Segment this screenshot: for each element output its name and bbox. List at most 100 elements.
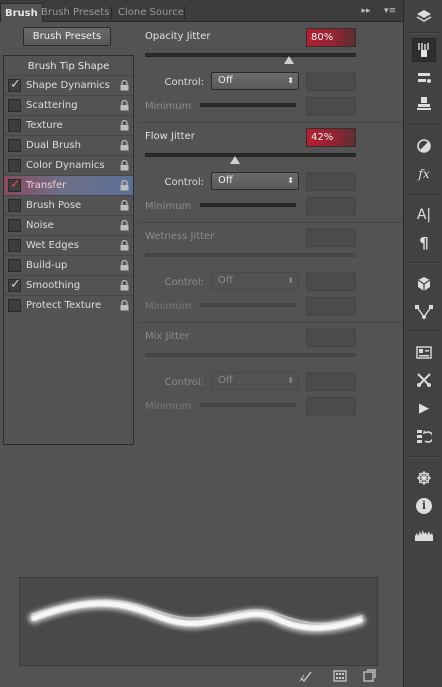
lock-icon[interactable] — [120, 120, 129, 131]
brush-option-row[interactable]: Texture — [4, 115, 133, 135]
brush-option-row[interactable]: ✓ Shape Dynamics — [4, 75, 133, 95]
mix-control-value: Off — [218, 375, 233, 386]
lock-icon[interactable] — [120, 100, 129, 111]
flow-minimum-slider[interactable] — [200, 203, 296, 207]
option-checkbox[interactable] — [8, 119, 21, 132]
wetness-minimum-field — [306, 297, 356, 316]
lock-icon[interactable] — [120, 80, 129, 91]
layers-icon[interactable] — [412, 4, 436, 28]
dropdown-arrow-icon: ⬍ — [287, 276, 294, 285]
panel-menu-button[interactable]: ▾≡ — [380, 3, 400, 19]
dropdown-arrow-icon: ⬍ — [287, 176, 294, 185]
info-glyph: i — [416, 498, 432, 514]
histogram-icon[interactable] — [412, 522, 436, 546]
checkmark-icon: ✓ — [10, 77, 21, 92]
brush-option-row[interactable]: ✓ Smoothing — [4, 275, 133, 295]
option-label: Protect Texture — [26, 300, 102, 311]
grid-view-icon[interactable] — [333, 669, 347, 683]
lock-icon[interactable] — [120, 160, 129, 171]
lock-icon[interactable] — [120, 280, 129, 291]
3d-icon[interactable] — [412, 272, 436, 296]
mix-control-dropdown: Off ⬍ — [211, 372, 299, 390]
flow-jitter-slider-thumb[interactable] — [229, 156, 240, 164]
lock-icon[interactable] — [120, 180, 129, 191]
character-icon[interactable]: A| — [412, 203, 436, 227]
tools-icon[interactable] — [412, 368, 436, 392]
info-icon[interactable]: i — [412, 494, 436, 518]
brush-option-row[interactable]: Brush Pose — [4, 195, 133, 215]
brush-option-row[interactable]: Protect Texture — [4, 295, 133, 315]
lock-icon[interactable] — [120, 200, 129, 211]
new-brush-icon[interactable] — [362, 669, 376, 683]
option-checkbox[interactable] — [8, 199, 21, 212]
actions-icon[interactable]: ▶ — [412, 396, 436, 420]
brush-tip-shape-item[interactable]: Brush Tip Shape — [3, 58, 134, 75]
tab-separator — [111, 6, 112, 19]
flow-minimum-field[interactable] — [306, 197, 356, 216]
lock-icon[interactable] — [120, 220, 129, 231]
tab-clone-source[interactable]: Clone Source — [114, 3, 188, 22]
brush-option-row[interactable]: Build-up — [4, 255, 133, 275]
option-checkbox[interactable]: ✓ — [8, 177, 21, 192]
path-icon[interactable] — [412, 299, 436, 323]
opacity-control-dropdown[interactable]: Off ⬍ — [211, 72, 299, 90]
option-checkbox[interactable] — [8, 139, 21, 152]
brush-option-row[interactable]: Dual Brush — [4, 135, 133, 155]
option-checkbox[interactable] — [8, 159, 21, 172]
properties-icon[interactable] — [412, 340, 436, 364]
wetness-control-label: Control: — [164, 277, 204, 288]
lock-icon[interactable] — [120, 300, 129, 311]
wetness-jitter-value — [306, 228, 356, 247]
option-label: Color Dynamics — [26, 160, 105, 171]
toggle-live-tip-icon[interactable] — [299, 669, 313, 683]
opacity-minimum-slider[interactable] — [200, 103, 296, 107]
history-icon[interactable] — [412, 424, 436, 448]
mix-jitter-label: Mix Jitter — [145, 331, 190, 342]
lock-icon[interactable] — [120, 260, 129, 271]
fx-icon[interactable]: fx — [412, 162, 436, 186]
brush-option-row[interactable]: Scattering — [4, 95, 133, 115]
tab-separator — [184, 6, 185, 19]
opacity-jitter-slider[interactable] — [145, 53, 356, 64]
flow-control-value: Off — [218, 175, 233, 186]
flow-control-dropdown[interactable]: Off ⬍ — [211, 172, 299, 190]
option-checkbox[interactable] — [8, 299, 21, 312]
lock-icon[interactable] — [120, 140, 129, 151]
opacity-minimum-field[interactable] — [306, 97, 356, 116]
option-checkbox[interactable] — [8, 219, 21, 232]
flow-jitter-slider[interactable] — [145, 153, 356, 164]
option-checkbox[interactable]: ✓ — [8, 77, 21, 92]
wetness-jitter-slider — [145, 253, 356, 257]
brush-option-row[interactable]: Wet Edges — [4, 235, 133, 255]
option-checkbox[interactable] — [8, 239, 21, 252]
opacity-jitter-slider-thumb[interactable] — [284, 56, 295, 64]
wetness-minimum-label: Minimum — [145, 301, 192, 312]
option-label: Noise — [26, 220, 54, 231]
flow-jitter-value[interactable]: 42% — [306, 128, 356, 147]
dropdown-arrow-icon: ⬍ — [287, 376, 294, 385]
paragraph-icon[interactable]: ¶ — [412, 231, 436, 255]
lock-icon[interactable] — [120, 240, 129, 251]
flow-minimum-label: Minimum — [145, 201, 192, 212]
brush-stroke-preview — [19, 577, 378, 666]
brush-presets-button[interactable]: Brush Presets — [23, 27, 111, 46]
option-checkbox[interactable] — [8, 259, 21, 272]
dock-separator — [408, 32, 440, 34]
clone-stamp-icon[interactable] — [412, 92, 436, 116]
brush-option-row[interactable]: Noise — [4, 215, 133, 235]
brush-presets-icon[interactable] — [412, 66, 436, 90]
adjust-icon[interactable] — [412, 134, 436, 158]
mix-jitter-slider — [145, 353, 356, 357]
tab-brush-presets[interactable]: Brush Presets — [37, 3, 113, 22]
mix-jitter-value — [306, 328, 356, 347]
brush-option-row[interactable]: ✓ Transfer — [4, 175, 133, 195]
brush-option-row[interactable]: Color Dynamics — [4, 155, 133, 175]
option-checkbox[interactable] — [8, 99, 21, 112]
brush-panel-icon[interactable] — [412, 38, 436, 62]
option-checkbox[interactable]: ✓ — [8, 277, 21, 292]
navigator-icon[interactable] — [412, 466, 436, 490]
section-divider — [138, 222, 403, 223]
dock-separator — [408, 456, 440, 458]
opacity-jitter-value[interactable]: 80% — [306, 28, 356, 47]
collapse-panel-button[interactable]: ▸▸ — [359, 3, 373, 19]
